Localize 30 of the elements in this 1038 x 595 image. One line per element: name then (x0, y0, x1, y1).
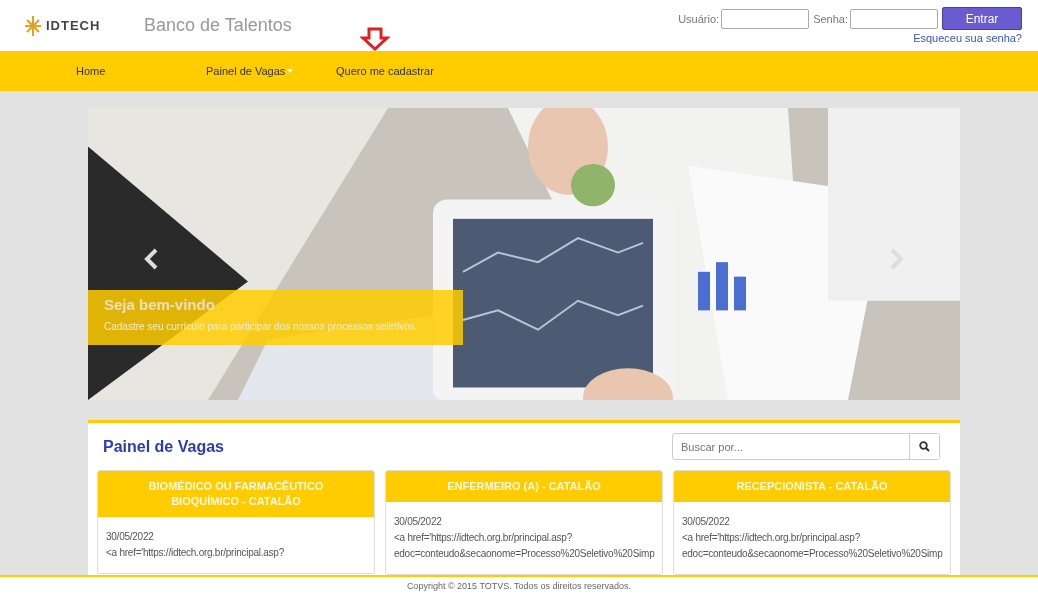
search-field[interactable]: Buscar por... (673, 434, 909, 459)
forgot-password-link[interactable]: Esqueceu sua senha? (913, 32, 1022, 44)
nav-link[interactable]: Painel de Vagas (206, 65, 336, 77)
panel-title: Painel de Vagas (103, 437, 224, 456)
job-description: <a href='https://idtech.org.br/principal.asp? (106, 546, 284, 560)
brand-name: IDTECH (46, 18, 101, 33)
job-date: 30/05/2022 (394, 515, 442, 529)
site-title: Banco de Talentos (144, 15, 292, 36)
job-description: edoc=conteudo&secaonome=Processo%20Seletivo%20Simp (394, 547, 655, 561)
caption-title: Seja bem-vindo (104, 296, 216, 313)
nav-link[interactable]: Home (76, 65, 206, 77)
username-field[interactable] (721, 8, 810, 29)
search-icon (919, 441, 930, 452)
password-field[interactable] (850, 8, 938, 29)
job-date: 30/05/2022 (682, 515, 730, 529)
job-date: 30/05/2022 (106, 530, 154, 544)
logo-icon (24, 14, 42, 37)
copyright-text: Copyright © 2015 TOTVS. Todos os direitos reservados. (0, 575, 1038, 595)
nav-link[interactable]: Quero me cadastrar (336, 65, 466, 77)
search-button[interactable] (909, 434, 939, 459)
job-description: edoc=conteudo&secaonome=Processo%20Seletivo%20Simp (682, 547, 943, 561)
username-label: Usuário: (678, 12, 720, 25)
password-label: Senha: (813, 12, 848, 25)
search-bar[interactable]: Buscar por... (672, 433, 940, 460)
job-description: <a href='https://idtech.org.br/principal.asp? (394, 531, 572, 545)
caption-text: Cadastre seu currículo para participar dos nossos processos seletivos. (104, 321, 419, 332)
login-button[interactable]: Entrar (942, 7, 1022, 30)
down-arrow-icon (360, 27, 390, 51)
previous-icon[interactable] (144, 248, 158, 270)
job-description: <a href='https://idtech.org.br/principal.asp? (682, 531, 860, 545)
